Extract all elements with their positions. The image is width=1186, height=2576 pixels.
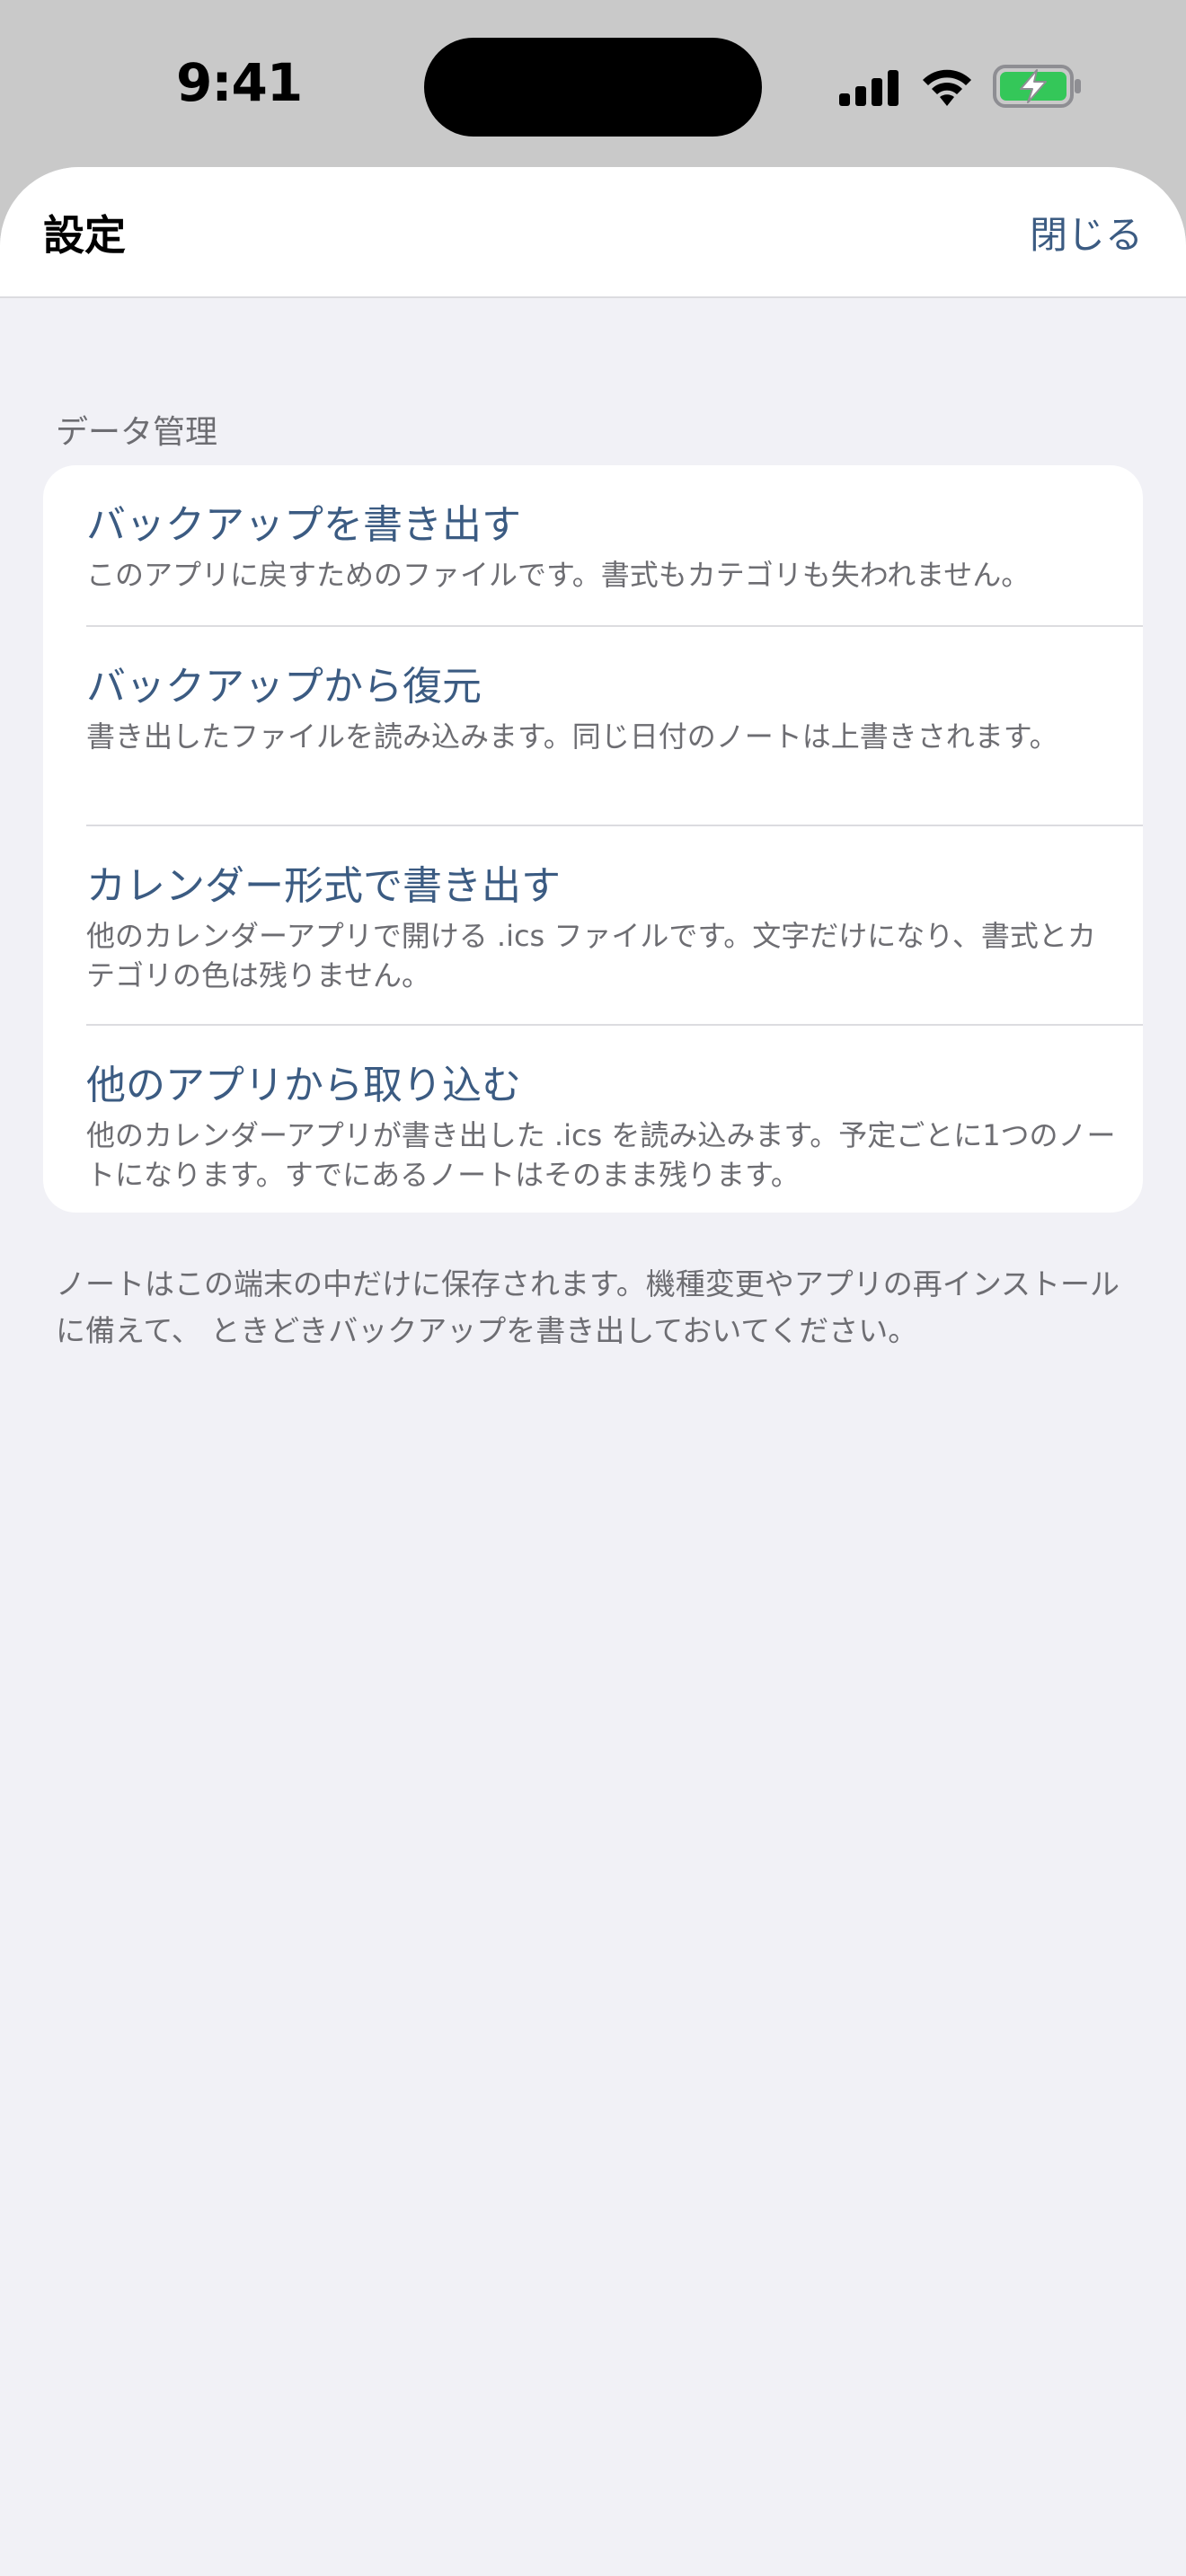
export-calendar-row[interactable]: カレンダー形式で書き出す 他のカレンダーアプリで開ける .ics ファイルです。…: [43, 826, 1143, 1026]
cellular-signal-icon: [839, 70, 898, 106]
restore-backup-title: バックアップから復元: [86, 664, 482, 710]
section-header-data-management: データ管理: [56, 414, 218, 451]
import-from-other-apps-row[interactable]: 他のアプリから取り込む 他のカレンダーアプリが書き出した .ics を読み込みま…: [43, 1026, 1143, 1213]
export-backup-description: このアプリに戻すためのファイルです。書式もカテゴリも失われません。: [86, 558, 1031, 592]
dynamic-island: [424, 38, 762, 137]
import-from-other-apps-title: 他のアプリから取り込む: [86, 1063, 521, 1108]
status-time: 9:41: [176, 52, 303, 113]
export-backup-title: バックアップを書き出す: [86, 502, 521, 548]
export-calendar-description: 他のカレンダーアプリで開ける .ics ファイルです。文字だけになり、書式とカテ…: [86, 919, 1096, 992]
close-button[interactable]: 閉じる: [1030, 205, 1143, 260]
wifi-icon: [923, 69, 971, 106]
status-bar: 9:41: [0, 0, 1186, 167]
export-backup-row[interactable]: バックアップを書き出す このアプリに戻すためのファイルです。書式もカテゴリも失わ…: [43, 465, 1143, 627]
export-calendar-title: カレンダー形式で書き出す: [86, 863, 561, 909]
page-title: 設定: [43, 211, 126, 260]
import-from-other-apps-description: 他のカレンダーアプリが書き出した .ics を読み込みます。予定ごとに1つのノー…: [86, 1118, 1116, 1192]
battery-charging-icon: [993, 65, 1081, 108]
navigation-bar: 設定 閉じる: [0, 167, 1186, 298]
data-management-list: バックアップを書き出す このアプリに戻すためのファイルです。書式もカテゴリも失わ…: [43, 465, 1143, 1213]
restore-backup-description: 書き出したファイルを読み込みます。同じ日付のノートは上書きされます。: [86, 719, 1058, 754]
settings-sheet: 設定 閉じる データ管理 バックアップを書き出す このアプリに戻すためのファイル…: [0, 167, 1186, 2576]
section-footer: ノートはこの端末の中だけに保存されます。機種変更やアプリの再インストールに備えて…: [56, 1266, 1120, 1348]
restore-backup-row[interactable]: バックアップから復元 書き出したファイルを読み込みます。同じ日付のノートは上書き…: [43, 627, 1143, 826]
